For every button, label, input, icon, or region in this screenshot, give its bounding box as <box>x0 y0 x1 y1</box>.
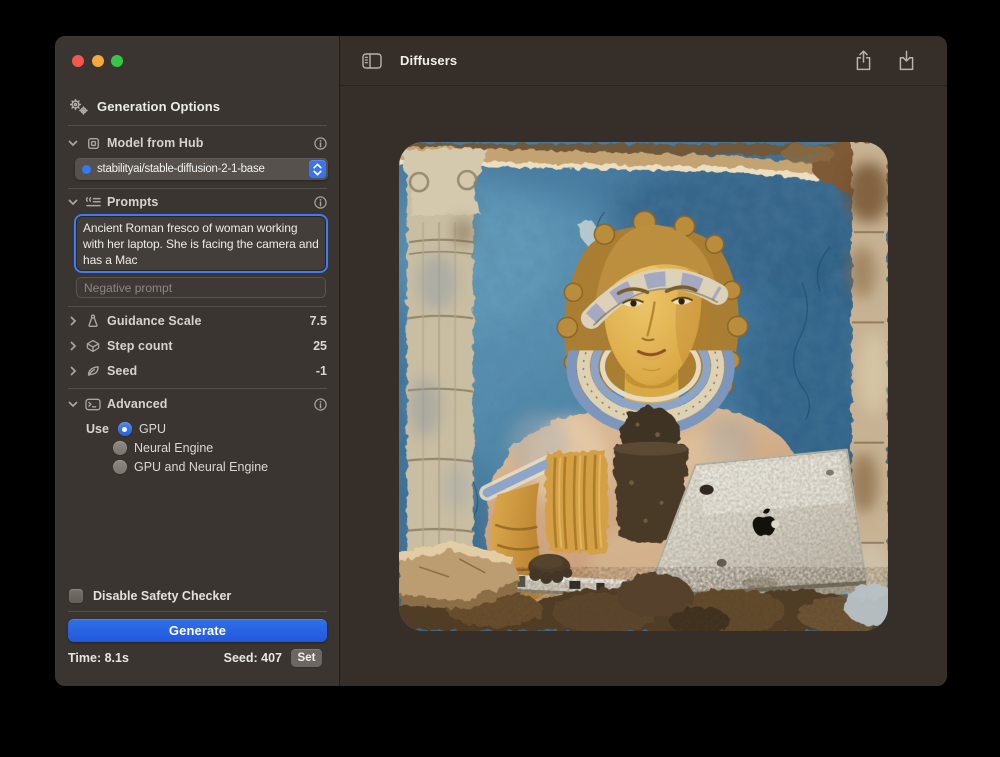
stack-3d-icon <box>85 339 101 353</box>
divider <box>68 388 327 389</box>
seed-value: -1 <box>316 364 327 378</box>
model-select-value: stabilityai/stable-diffusion-2-1-base <box>97 163 309 175</box>
prompt-box: Ancient Roman fresco of woman working wi… <box>76 216 326 271</box>
radio-gpu-label: GPU <box>139 422 166 436</box>
safety-checkbox-label: Disable Safety Checker <box>93 589 231 603</box>
info-icon[interactable] <box>314 196 327 209</box>
chevron-right-icon[interactable] <box>68 316 78 326</box>
window-title: Diffusers <box>400 53 457 68</box>
safety-checkbox[interactable] <box>69 589 83 603</box>
minimize-button[interactable] <box>92 55 104 67</box>
model-section-label: Model from Hub <box>107 136 204 150</box>
model-select[interactable]: stabilityai/stable-diffusion-2-1-base <box>75 158 328 180</box>
chevron-right-icon[interactable] <box>68 366 78 376</box>
scale-mass-icon <box>85 314 101 328</box>
model-status-dot <box>82 165 91 174</box>
divider <box>68 611 327 612</box>
safety-checker-row: Disable Safety Checker <box>69 588 231 604</box>
prompts-section-row: Prompts <box>68 193 327 211</box>
generated-image <box>399 142 888 631</box>
radio-neural-engine[interactable] <box>113 441 127 455</box>
chevron-right-icon[interactable] <box>68 341 78 351</box>
step-count-label: Step count <box>107 339 173 353</box>
compute-option-neural-engine: Neural Engine <box>113 440 213 456</box>
generate-button[interactable]: Generate <box>68 619 327 642</box>
stepper-icon[interactable] <box>309 160 326 178</box>
seed-label: Seed <box>107 364 137 378</box>
seed-row[interactable]: Seed -1 <box>68 362 327 380</box>
sidebar-header: Generation Options <box>68 98 220 115</box>
compute-option-gpu-and-ne: GPU and Neural Engine <box>113 459 268 475</box>
negative-prompt-box <box>76 277 326 298</box>
leaf-icon <box>85 364 101 378</box>
divider <box>68 306 327 307</box>
status-bar: Time: 8.1s Seed: 407 Set <box>68 648 322 668</box>
use-label: Use <box>86 422 109 436</box>
radio-gpu-and-ne-label: GPU and Neural Engine <box>134 460 268 474</box>
gears-icon <box>68 98 89 115</box>
prompts-section-label: Prompts <box>107 195 158 209</box>
chevron-down-icon[interactable] <box>68 401 78 408</box>
cpu-icon <box>85 136 101 151</box>
main-pane: Diffusers <box>340 36 947 686</box>
text-quote-icon <box>85 196 101 209</box>
info-icon[interactable] <box>314 137 327 150</box>
chevron-down-icon[interactable] <box>68 199 78 206</box>
terminal-icon <box>85 398 101 411</box>
advanced-section-row: Advanced <box>68 395 327 413</box>
zoom-button[interactable] <box>111 55 123 67</box>
radio-neural-engine-label: Neural Engine <box>134 441 213 455</box>
negative-prompt-input[interactable] <box>77 278 325 297</box>
sidebar-title: Generation Options <box>97 99 220 114</box>
step-count-row[interactable]: Step count 25 <box>68 337 327 355</box>
guidance-scale-label: Guidance Scale <box>107 314 202 328</box>
radio-gpu[interactable] <box>118 422 132 436</box>
app-window: Generation Options Model from Hub <box>55 36 947 686</box>
titlebar: Diffusers <box>340 36 947 86</box>
sidebar: Generation Options Model from Hub <box>55 36 340 686</box>
set-seed-button[interactable]: Set <box>291 649 322 667</box>
divider <box>68 125 327 126</box>
sidebar-toggle-icon[interactable] <box>362 53 382 69</box>
chevron-down-icon[interactable] <box>68 140 78 147</box>
save-image-icon[interactable] <box>898 50 915 71</box>
divider <box>68 188 327 189</box>
prompt-input[interactable]: Ancient Roman fresco of woman working wi… <box>76 216 326 271</box>
guidance-scale-row[interactable]: Guidance Scale 7.5 <box>68 312 327 330</box>
seed-status: Seed: 407 <box>224 651 282 665</box>
share-icon[interactable] <box>855 50 872 71</box>
close-button[interactable] <box>72 55 84 67</box>
desktop: Generation Options Model from Hub <box>0 0 1000 757</box>
advanced-section-label: Advanced <box>107 397 168 411</box>
radio-gpu-and-ne[interactable] <box>113 460 127 474</box>
model-section-row: Model from Hub <box>68 134 327 152</box>
time-status: Time: 8.1s <box>68 651 129 665</box>
step-count-value: 25 <box>313 339 327 353</box>
info-icon[interactable] <box>314 398 327 411</box>
guidance-scale-value: 7.5 <box>310 314 327 328</box>
compute-option-gpu: Use GPU <box>86 421 166 437</box>
